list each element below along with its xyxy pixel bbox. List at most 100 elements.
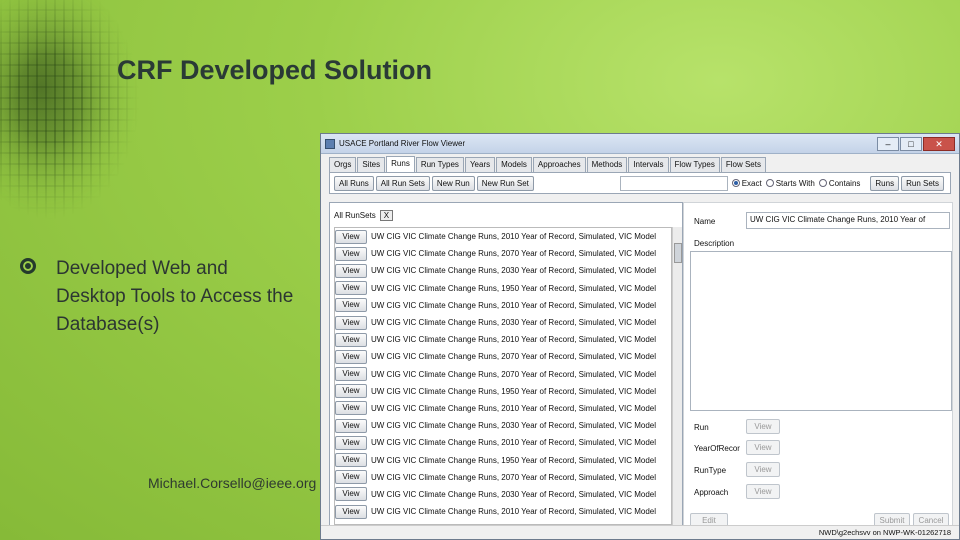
view-button[interactable]: View	[335, 435, 367, 450]
list-item: View UW CIG VIC Climate Change Runs, 2070…	[335, 469, 671, 486]
run-sets-button[interactable]: Run Sets	[901, 175, 944, 191]
tab-approaches[interactable]: Approaches	[532, 157, 586, 172]
new-run-button[interactable]: New Run	[431, 175, 475, 191]
starts-with-label: Starts With	[775, 178, 815, 188]
slide-title: CRF Developed Solution	[117, 55, 433, 85]
new-run-set-button[interactable]: New Run Set	[476, 175, 534, 191]
view-button[interactable]: View	[335, 367, 367, 382]
list-item: View UW CIG VIC Climate Change Runs, 1950…	[335, 383, 671, 400]
runset-name: UW CIG VIC Climate Change Runs, 1950 Yea…	[371, 386, 657, 396]
app-window: USACE Portland River Flow Viewer – □ ✕ O…	[320, 133, 960, 540]
view-button[interactable]: View	[335, 384, 367, 399]
runtype-view-button[interactable]: View	[746, 462, 780, 477]
tab-run-types[interactable]: Run Types	[415, 157, 464, 172]
window-controls: – □ ✕	[876, 136, 955, 151]
list-item: View UW CIG VIC Climate Change Runs, 2030…	[335, 262, 671, 279]
runset-name: UW CIG VIC Climate Change Runs, 2070 Yea…	[371, 472, 657, 482]
tab-flow-sets[interactable]: Flow Sets	[720, 157, 766, 172]
radio-selected-icon	[731, 179, 740, 187]
minimize-icon[interactable]: –	[877, 136, 899, 151]
list-item: View UW CIG VIC Climate Change Runs, 1950…	[335, 280, 671, 297]
runset-name: UW CIG VIC Climate Change Runs, 2030 Yea…	[371, 318, 657, 328]
year-view-button[interactable]: View	[746, 440, 780, 455]
runset-name: UW CIG VIC Climate Change Runs, 2030 Yea…	[371, 421, 657, 431]
radio-icon	[765, 179, 774, 187]
view-button[interactable]: View	[335, 229, 367, 244]
approach-view-button[interactable]: View	[746, 484, 780, 499]
view-button[interactable]: View	[335, 504, 367, 519]
view-button[interactable]: View	[335, 246, 367, 261]
description-label: Description	[694, 239, 735, 248]
window-titlebar: USACE Portland River Flow Viewer – □ ✕	[321, 134, 959, 154]
starts-with-radio[interactable]: Starts With	[765, 178, 815, 188]
bullet-icon	[20, 258, 36, 274]
all-run-sets-button[interactable]: All Run Sets	[375, 175, 430, 191]
name-field[interactable]: UW CIG VIC Climate Change Runs, 2010 Yea…	[746, 212, 950, 229]
run-label: Run	[694, 423, 709, 432]
runset-name: UW CIG VIC Climate Change Runs, 2070 Yea…	[371, 352, 657, 362]
radio-icon	[818, 179, 827, 187]
runset-name: UW CIG VIC Climate Change Runs, 2070 Yea…	[371, 369, 657, 379]
list-item: View UW CIG VIC Climate Change Runs, 2010…	[335, 331, 671, 348]
bullet-text: Developed Web and Desktop Tools to Acces…	[56, 258, 294, 335]
tab-flow-types[interactable]: Flow Types	[669, 157, 720, 172]
toolbar: All Runs All Run Sets New Run New Run Se…	[329, 172, 951, 194]
list-item: View UW CIG VIC Climate Change Runs, 2030…	[335, 417, 671, 434]
view-button[interactable]: View	[335, 401, 367, 416]
approach-label: Approach	[694, 488, 729, 497]
tab-runs[interactable]: Runs	[386, 156, 415, 172]
all-runsets-tab[interactable]: All RunSets X	[334, 207, 394, 223]
runset-name: UW CIG VIC Climate Change Runs, 2030 Yea…	[371, 266, 657, 276]
view-button[interactable]: View	[335, 418, 367, 433]
runset-name: UW CIG VIC Climate Change Runs, 1950 Yea…	[371, 283, 657, 293]
app-icon	[325, 138, 335, 149]
list-item: View UW CIG VIC Climate Change Runs, 2030…	[335, 314, 671, 331]
runset-name: UW CIG VIC Climate Change Runs, 2010 Yea…	[371, 232, 657, 242]
all-runsets-tab-label: All RunSets	[334, 210, 376, 220]
view-button[interactable]: View	[335, 487, 367, 502]
tab-intervals[interactable]: Intervals	[628, 157, 669, 172]
view-button[interactable]: View	[335, 349, 367, 364]
runset-name: UW CIG VIC Climate Change Runs, 2030 Yea…	[371, 489, 657, 499]
view-button[interactable]: View	[335, 281, 367, 296]
view-button[interactable]: View	[335, 298, 367, 313]
window-title: USACE Portland River Flow Viewer	[339, 139, 466, 148]
author-email: Michael.Corsello@ieee.org	[148, 475, 317, 491]
runs-button[interactable]: Runs	[870, 175, 900, 191]
year-label: YearOfRecor	[694, 444, 740, 453]
close-icon[interactable]: ✕	[923, 136, 955, 151]
tab-methods[interactable]: Methods	[586, 157, 628, 172]
list-item: View UW CIG VIC Climate Change Runs, 2030…	[335, 486, 671, 503]
all-runs-button[interactable]: All Runs	[334, 175, 374, 191]
tab-orgs[interactable]: Orgs	[329, 157, 357, 172]
description-field[interactable]	[690, 251, 952, 411]
list-item: View UW CIG VIC Climate Change Runs, 2010…	[335, 297, 671, 314]
tab-years[interactable]: Years	[464, 157, 496, 172]
run-view-button[interactable]: View	[746, 419, 780, 434]
tab-strip: Orgs Sites Runs Run Types Years Models Approac…	[329, 156, 959, 172]
tab-models[interactable]: Models	[496, 157, 532, 172]
view-button[interactable]: View	[335, 453, 367, 468]
scrollbar-thumb[interactable]	[674, 243, 682, 263]
view-button[interactable]: View	[335, 470, 367, 485]
runset-name: UW CIG VIC Climate Change Runs, 2070 Yea…	[371, 249, 657, 259]
runset-name: UW CIG VIC Climate Change Runs, 2010 Yea…	[371, 335, 657, 345]
contains-radio[interactable]: Contains	[818, 179, 860, 188]
list-item: View UW CIG VIC Climate Change Runs, 2010…	[335, 503, 671, 520]
details-panel: Name UW CIG VIC Climate Change Runs, 201…	[683, 202, 953, 530]
maximize-icon[interactable]: □	[900, 136, 922, 151]
list-item: View UW CIG VIC Climate Change Runs, 2070…	[335, 366, 671, 383]
list-scrollbar[interactable]	[672, 227, 682, 525]
close-tab-button[interactable]: X	[379, 209, 394, 221]
circuit-decoration	[0, 0, 140, 220]
runtype-label: RunType	[694, 466, 727, 475]
exact-label: Exact	[741, 178, 762, 188]
view-button[interactable]: View	[335, 315, 367, 330]
view-button[interactable]: View	[335, 332, 367, 347]
exact-radio[interactable]: Exact	[731, 178, 762, 188]
tab-sites[interactable]: Sites	[357, 157, 386, 172]
search-input[interactable]	[619, 175, 728, 191]
runset-name: UW CIG VIC Climate Change Runs, 2010 Yea…	[371, 507, 657, 517]
runset-name: UW CIG VIC Climate Change Runs, 1950 Yea…	[371, 455, 657, 465]
view-button[interactable]: View	[335, 263, 367, 278]
